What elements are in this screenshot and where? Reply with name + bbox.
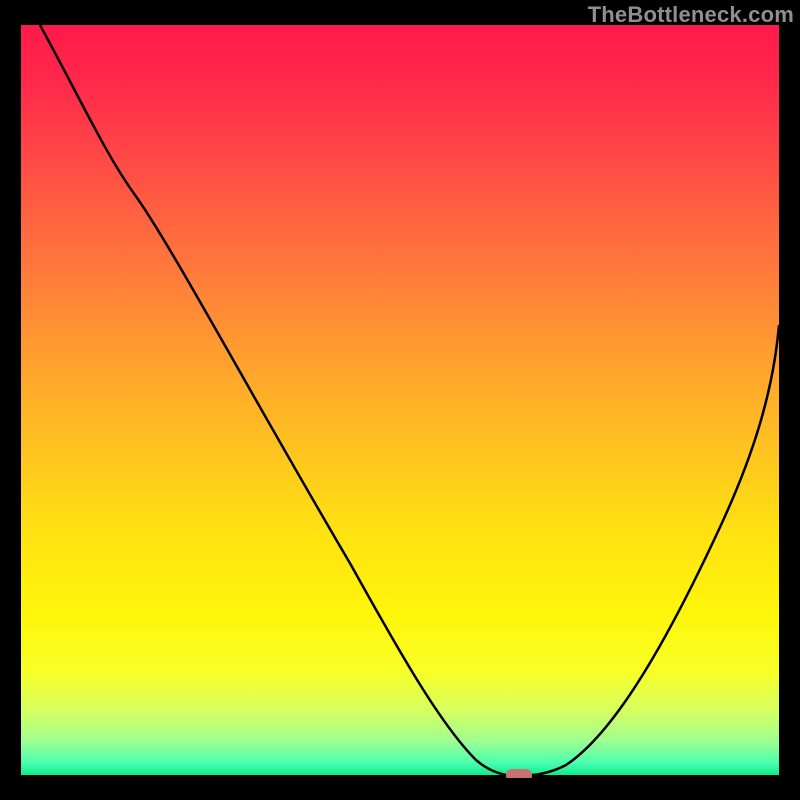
watermark: TheBottleneck.com (588, 2, 794, 28)
bottleneck-curve (40, 25, 779, 776)
x-axis (21, 775, 779, 778)
optimal-marker (506, 769, 532, 778)
chart-container: TheBottleneck.com (0, 0, 800, 800)
curve-layer (21, 25, 779, 778)
